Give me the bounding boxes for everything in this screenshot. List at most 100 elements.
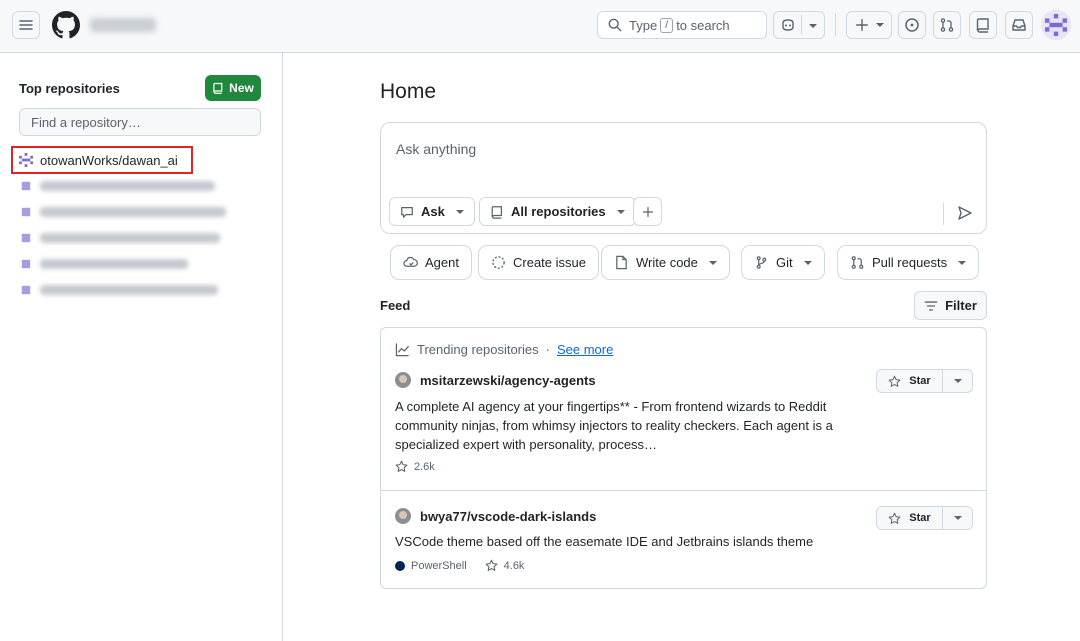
identicon-icon	[21, 259, 31, 269]
inbox-button[interactable]	[1005, 11, 1033, 39]
chevron-down-icon	[875, 23, 884, 27]
chevron-down-icon	[953, 516, 962, 520]
star-list-dropdown[interactable]	[943, 507, 972, 529]
git-chip[interactable]: Git	[741, 245, 825, 280]
sidebar-repo-label: otowanWorks/dawan_ai	[40, 152, 178, 168]
find-repository-input[interactable]: Find a repository…	[19, 108, 261, 136]
sidebar-repo-item[interactable]: otowanWorks/dawan_ai	[19, 150, 178, 170]
top-header: Type / to search	[0, 0, 1080, 53]
copilot-button-group[interactable]	[773, 11, 825, 39]
find-repository-placeholder: Find a repository…	[31, 114, 141, 130]
pull-requests-button[interactable]	[933, 11, 961, 39]
search-prefix: Type	[629, 17, 658, 33]
issue-draft-icon	[492, 256, 505, 269]
top-repositories-heading: Top repositories	[19, 81, 120, 96]
ask-mode-dropdown[interactable]: Ask	[389, 197, 475, 226]
star-list-dropdown[interactable]	[943, 370, 972, 392]
sidebar-repo-item-redacted[interactable]	[19, 202, 226, 222]
chevron-down-icon	[455, 209, 464, 214]
graph-icon	[395, 343, 410, 357]
filter-label: Filter	[945, 298, 977, 313]
trending-repo-meta: 2.6k	[395, 460, 435, 473]
write-code-chip[interactable]: Write code	[601, 245, 730, 280]
ask-mode-label: Ask	[421, 204, 445, 219]
repository-scope-dropdown[interactable]: All repositories	[479, 197, 636, 226]
plus-icon	[855, 19, 868, 31]
new-repository-button[interactable]: New	[205, 75, 261, 101]
agent-chip[interactable]: Agent	[390, 245, 472, 280]
send-button[interactable]	[955, 203, 975, 223]
trending-repo-description: A complete AI agency at your fingertips*…	[395, 399, 833, 452]
trending-repo-name: bwya77/vscode-dark-islands	[420, 508, 597, 524]
search-input[interactable]: Type / to search	[597, 11, 767, 39]
avatar	[395, 372, 411, 388]
star-button[interactable]: Star	[877, 507, 943, 529]
context-owner-redacted[interactable]	[90, 18, 156, 32]
star-button[interactable]: Star	[877, 370, 943, 392]
repo-icon	[491, 205, 502, 219]
chevron-down-icon	[953, 379, 962, 383]
identicon-icon	[21, 181, 31, 191]
repositories-button[interactable]	[969, 11, 997, 39]
trending-separator: ·	[545, 342, 550, 357]
identicon-icon	[1045, 14, 1067, 36]
add-context-button[interactable]	[633, 197, 662, 226]
issues-button[interactable]	[898, 11, 926, 39]
write-code-chip-label: Write code	[636, 255, 698, 270]
sidebar-repo-item-redacted[interactable]	[19, 254, 188, 274]
github-logo-icon[interactable]	[52, 11, 80, 39]
comment-icon	[401, 206, 413, 218]
cloud-agent-icon	[403, 256, 418, 267]
user-avatar[interactable]	[1041, 10, 1071, 40]
create-new-button[interactable]	[846, 11, 892, 39]
sidebar: Top repositories New Find a repository… …	[0, 53, 283, 641]
create-issue-chip[interactable]: Create issue	[478, 245, 599, 280]
pull-requests-chip-label: Pull requests	[872, 255, 948, 270]
star-button-label: Star	[909, 512, 931, 524]
star-icon	[888, 375, 901, 387]
pull-request-icon	[851, 256, 864, 269]
menu-button[interactable]	[12, 11, 40, 39]
sidebar-repo-item-redacted[interactable]	[19, 228, 220, 248]
search-suffix: to search	[676, 17, 730, 33]
search-shortcut-key: /	[660, 17, 674, 33]
trending-repositories-card: Trending repositories · See more msitarz…	[380, 327, 987, 589]
trending-repo-title[interactable]: bwya77/vscode-dark-islands	[395, 508, 596, 524]
git-chip-label: Git	[776, 255, 793, 270]
star-button-group[interactable]: Star	[876, 369, 973, 393]
file-icon	[616, 255, 627, 270]
filter-button[interactable]: Filter	[914, 291, 987, 320]
chevron-down-icon	[809, 24, 817, 28]
identicon-icon	[19, 153, 33, 167]
see-more-link[interactable]: See more	[557, 342, 613, 357]
hamburger-icon	[19, 20, 33, 30]
trending-repo-name: msitarzewski/agency-agents	[420, 372, 596, 388]
trending-repo-title[interactable]: msitarzewski/agency-agents	[395, 372, 596, 388]
issue-icon	[905, 18, 919, 32]
sidebar-repo-item-redacted[interactable]	[19, 280, 218, 300]
trending-repo-description: VSCode theme based off the easemate IDE …	[395, 534, 814, 549]
trending-label: Trending repositories	[417, 342, 539, 357]
star-button-group[interactable]: Star	[876, 506, 973, 530]
chevron-down-icon	[803, 260, 812, 265]
repo-icon	[213, 82, 223, 94]
star-icon	[485, 559, 498, 571]
trending-repo-meta: PowerShell 4.6k	[395, 559, 524, 572]
inbox-icon	[1012, 19, 1026, 31]
ask-input-placeholder[interactable]: Ask anything	[396, 141, 476, 157]
star-button-label: Star	[909, 375, 931, 387]
git-branch-icon	[756, 256, 767, 269]
copilot-ask-box[interactable]: Ask anything Ask All repositories	[380, 122, 987, 234]
identicon-icon	[21, 285, 31, 295]
search-icon	[608, 18, 622, 32]
pull-requests-chip[interactable]: Pull requests	[837, 245, 980, 280]
repo-icon	[976, 18, 989, 33]
plus-icon	[642, 206, 653, 217]
chevron-down-icon	[708, 260, 717, 265]
language-color-dot	[395, 560, 405, 571]
send-icon	[958, 206, 972, 220]
create-issue-chip-label: Create issue	[513, 255, 586, 270]
star-icon	[888, 512, 901, 524]
sidebar-repo-item-redacted[interactable]	[19, 176, 215, 196]
identicon-icon	[21, 207, 31, 217]
